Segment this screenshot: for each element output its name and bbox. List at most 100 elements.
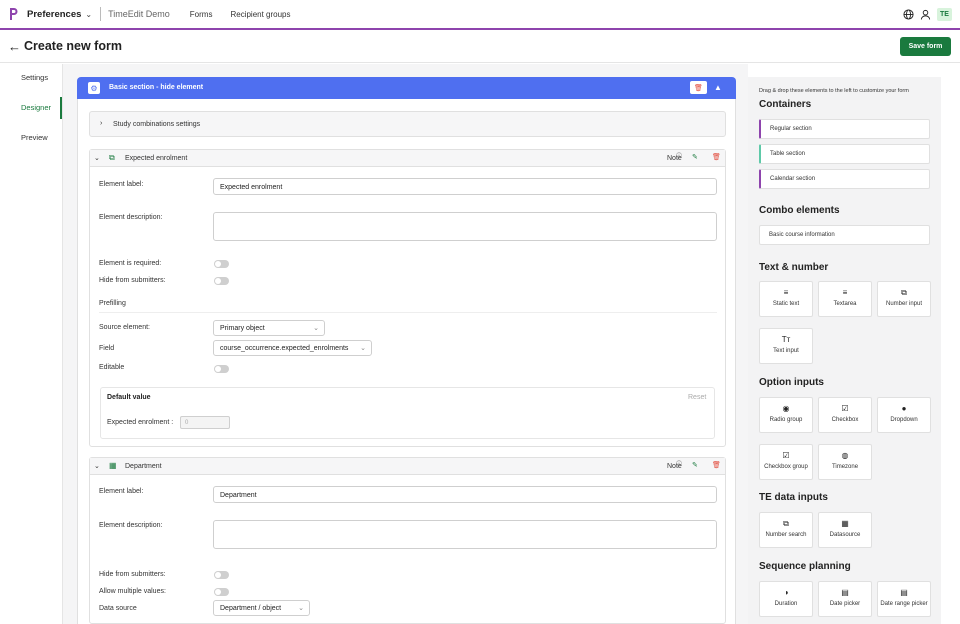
element-label-label: Element label: — [99, 488, 144, 495]
palette-radio-group[interactable]: ◉ Radio group — [759, 397, 813, 433]
element-card-header[interactable]: ⌄ ⧉ Expected enrolment Note ⓘ ✎ 🗑 — [90, 150, 725, 167]
palette-checkbox-group[interactable]: ☑ Checkbox group — [759, 444, 813, 480]
field-select[interactable]: course_occurrence.expected_enrolments ⌄ — [213, 340, 372, 356]
hide-from-submitters-toggle[interactable] — [214, 571, 229, 579]
checkbox-group-icon: ☑ — [782, 451, 790, 460]
required-label: Element is required: — [99, 260, 162, 267]
number-input-icon: ⧉ — [901, 288, 907, 297]
palette-basic-course-info[interactable]: Basic course information — [759, 225, 930, 245]
palette-dropdown[interactable]: ● Dropdown — [877, 397, 931, 433]
chevron-down-icon[interactable]: ⌄ — [94, 462, 100, 470]
delete-icon[interactable]: 🗑 — [712, 461, 721, 469]
section-delete-icon[interactable]: 🗑 — [690, 81, 707, 94]
palette-calendar-section[interactable]: Calendar section — [759, 169, 930, 189]
calendar-icon: ▤ — [841, 588, 849, 597]
back-arrow-icon[interactable]: ← — [8, 39, 21, 54]
element-type-icon: ▦ — [109, 461, 117, 470]
palette-checkbox[interactable]: ☑ Checkbox — [818, 397, 872, 433]
edit-icon[interactable]: ✎ — [692, 461, 698, 469]
dropdown-icon: ● — [901, 404, 907, 413]
data-source-value: Department / object — [220, 605, 282, 612]
reset-button[interactable]: Reset — [688, 394, 706, 401]
palette-date-range-picker[interactable]: ▤ Date range picker — [877, 581, 931, 617]
top-icons: TE — [903, 8, 952, 21]
default-field-input[interactable]: 0 — [180, 416, 230, 429]
globe-icon[interactable] — [903, 9, 914, 20]
option-inputs-heading: Option inputs — [759, 377, 824, 388]
element-description-label: Element description: — [99, 522, 163, 529]
nav-forms[interactable]: Forms — [190, 10, 213, 19]
sidenav-item-preview[interactable]: Preview — [21, 133, 48, 142]
sidenav-item-settings[interactable]: Settings — [21, 73, 48, 82]
default-field-label: Expected enrolment : — [107, 419, 174, 426]
active-indicator — [60, 97, 62, 119]
app-logo-icon — [10, 8, 18, 20]
source-element-select[interactable]: Primary object ⌄ — [213, 320, 325, 336]
field-label: Field — [99, 345, 115, 352]
duration-icon: ◑ — [783, 588, 789, 597]
section-header[interactable]: ⚙ Basic section - hide element 🗑 ▲ — [77, 77, 736, 99]
delete-icon[interactable]: 🗑 — [712, 153, 721, 161]
page-header: ← Create new form Save form — [0, 31, 960, 63]
hide-from-submitters-toggle[interactable] — [214, 277, 229, 285]
element-label-input[interactable]: Department — [213, 486, 717, 503]
palette-timezone[interactable]: ◍ Timezone — [818, 444, 872, 480]
palette-regular-section[interactable]: Regular section — [759, 119, 930, 139]
data-source-label: Data source — [99, 605, 137, 612]
element-card-department: ⌄ ▦ Department Note ⓘ ✎ 🗑 Element label:… — [89, 457, 726, 624]
radio-icon: ◉ — [782, 404, 790, 413]
chevron-down-icon: ⌄ — [313, 325, 319, 332]
combo-heading: Combo elements — [759, 205, 840, 216]
user-badge[interactable]: TE — [937, 8, 952, 21]
note-info-icon[interactable]: ⓘ — [676, 459, 682, 468]
sidenav-item-designer[interactable]: Designer — [21, 103, 51, 112]
chevron-down-icon[interactable]: ⌄ — [94, 154, 100, 162]
nav-recipient-groups[interactable]: Recipient groups — [230, 10, 290, 19]
element-description-textarea[interactable] — [213, 212, 717, 241]
palette-text-input[interactable]: Tт Text input — [759, 328, 813, 364]
palette-textarea[interactable]: ≡ Textarea — [818, 281, 872, 317]
note-info-icon[interactable]: ⓘ — [676, 151, 682, 160]
checkbox-icon: ☑ — [841, 404, 849, 413]
element-description-textarea[interactable] — [213, 520, 717, 549]
element-card-header[interactable]: ⌄ ▦ Department Note ⓘ ✎ 🗑 — [90, 458, 725, 475]
section-title: Basic section - hide element — [109, 84, 204, 91]
collapse-up-icon[interactable]: ▲ — [714, 83, 722, 92]
user-icon[interactable] — [920, 9, 931, 20]
text-number-heading: Text & number — [759, 262, 829, 273]
study-combinations-row[interactable]: › Study combinations settings — [89, 111, 726, 137]
default-value-title: Default value — [107, 394, 151, 401]
te-data-heading: TE data inputs — [759, 492, 828, 503]
palette-table-section[interactable]: Table section — [759, 144, 930, 164]
hide-from-submitters-label: Hide from submitters: — [99, 571, 166, 578]
editable-toggle[interactable] — [214, 365, 229, 373]
palette-hint: Drag & drop these elements to the left t… — [759, 88, 909, 94]
chevron-down-icon[interactable]: ⌄ — [85, 10, 92, 19]
palette-number-search[interactable]: ⧉ Number search — [759, 512, 813, 548]
palette-date-picker[interactable]: ▤ Date picker — [818, 581, 872, 617]
palette-number-input[interactable]: ⧉ Number input — [877, 281, 931, 317]
number-search-icon: ⧉ — [783, 519, 789, 528]
allow-multiple-toggle[interactable] — [214, 588, 229, 596]
required-toggle[interactable] — [214, 260, 229, 268]
sequence-planning-heading: Sequence planning — [759, 561, 851, 572]
element-card-expected-enrolment: ⌄ ⧉ Expected enrolment Note ⓘ ✎ 🗑 Elemen… — [89, 149, 726, 447]
palette-duration[interactable]: ◑ Duration — [759, 581, 813, 617]
palette-static-text[interactable]: ≡ Static text — [759, 281, 813, 317]
divider — [100, 7, 102, 21]
static-text-icon: ≡ — [783, 288, 789, 297]
chevron-down-icon: ⌄ — [360, 345, 366, 352]
allow-multiple-label: Allow multiple values: — [99, 588, 166, 595]
element-label-input[interactable]: Expected enrolment — [213, 178, 717, 195]
edit-icon[interactable]: ✎ — [692, 153, 698, 161]
palette-datasource[interactable]: ▦ Datasource — [818, 512, 872, 548]
section-settings-icon[interactable]: ⚙ — [88, 82, 100, 94]
app-name[interactable]: Preferences — [27, 9, 81, 20]
save-form-button[interactable]: Save form — [900, 37, 951, 56]
containers-heading: Containers — [759, 99, 812, 110]
datasource-icon: ▦ — [841, 519, 849, 528]
chevron-right-icon[interactable]: › — [100, 120, 102, 127]
element-title: Expected enrolment — [125, 155, 188, 162]
data-source-select[interactable]: Department / object ⌄ — [213, 600, 310, 616]
globe-icon: ◍ — [841, 451, 849, 460]
